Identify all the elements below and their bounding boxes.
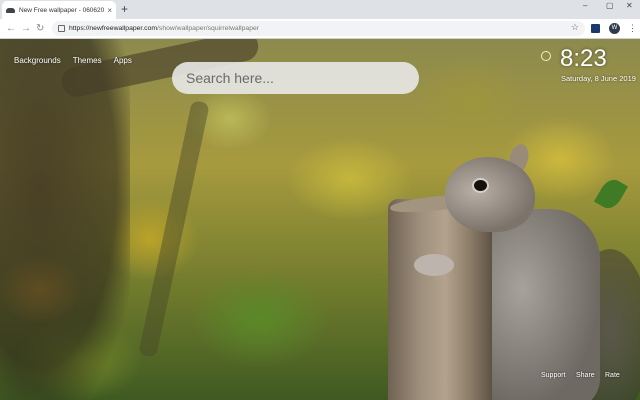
back-button[interactable]: ← (6, 23, 16, 35)
share-link[interactable]: Share (576, 372, 595, 379)
tab-strip: New Free wallpaper - 06062019… × + – ▢ ✕ (0, 0, 640, 19)
bookmark-star-icon[interactable]: ☆ (571, 22, 579, 33)
tab-close-icon[interactable]: × (107, 6, 112, 15)
tree-trunk (0, 39, 130, 400)
new-tab-button[interactable]: + (121, 2, 128, 16)
maximize-button[interactable]: ▢ (606, 1, 614, 11)
reload-button[interactable]: ↻ (36, 23, 44, 35)
squirrel-head (445, 157, 535, 232)
minimize-button[interactable]: – (583, 1, 587, 11)
search-box[interactable] (172, 62, 419, 94)
tree-branch-2 (138, 99, 210, 359)
rate-link[interactable]: Rate (605, 372, 620, 379)
url-text: https://newfreewallpaper.com/show/wallpa… (69, 25, 260, 32)
close-window-button[interactable]: ✕ (626, 1, 633, 11)
browser-menu-icon[interactable]: ⋮ (628, 22, 637, 34)
favicon-icon (6, 7, 15, 13)
sun-icon[interactable] (541, 51, 551, 61)
address-bar[interactable]: https://newfreewallpaper.com/show/wallpa… (52, 21, 585, 36)
themes-link[interactable]: Themes (73, 56, 102, 65)
forward-button[interactable]: → (21, 23, 31, 35)
page-nav: Backgrounds Themes Apps (14, 56, 132, 65)
support-link[interactable]: Support (541, 372, 566, 379)
extension-icon[interactable] (591, 24, 600, 33)
clock-time: 8:23 (560, 45, 607, 72)
lock-icon (58, 25, 65, 32)
backgrounds-link[interactable]: Backgrounds (14, 56, 61, 65)
clock-date: Saturday, 8 June 2019 (561, 74, 636, 83)
tab-title: New Free wallpaper - 06062019… (19, 6, 105, 14)
browser-toolbar: ← → ↻ https://newfreewallpaper.com/show/… (0, 19, 640, 39)
search-input[interactable] (184, 69, 408, 87)
squirrel-eye (472, 178, 489, 193)
apps-link[interactable]: Apps (114, 56, 132, 65)
squirrel-paw (414, 254, 454, 276)
browser-tab[interactable]: New Free wallpaper - 06062019… × (2, 1, 116, 19)
profile-avatar[interactable]: W (609, 23, 620, 34)
leaf (593, 175, 629, 213)
